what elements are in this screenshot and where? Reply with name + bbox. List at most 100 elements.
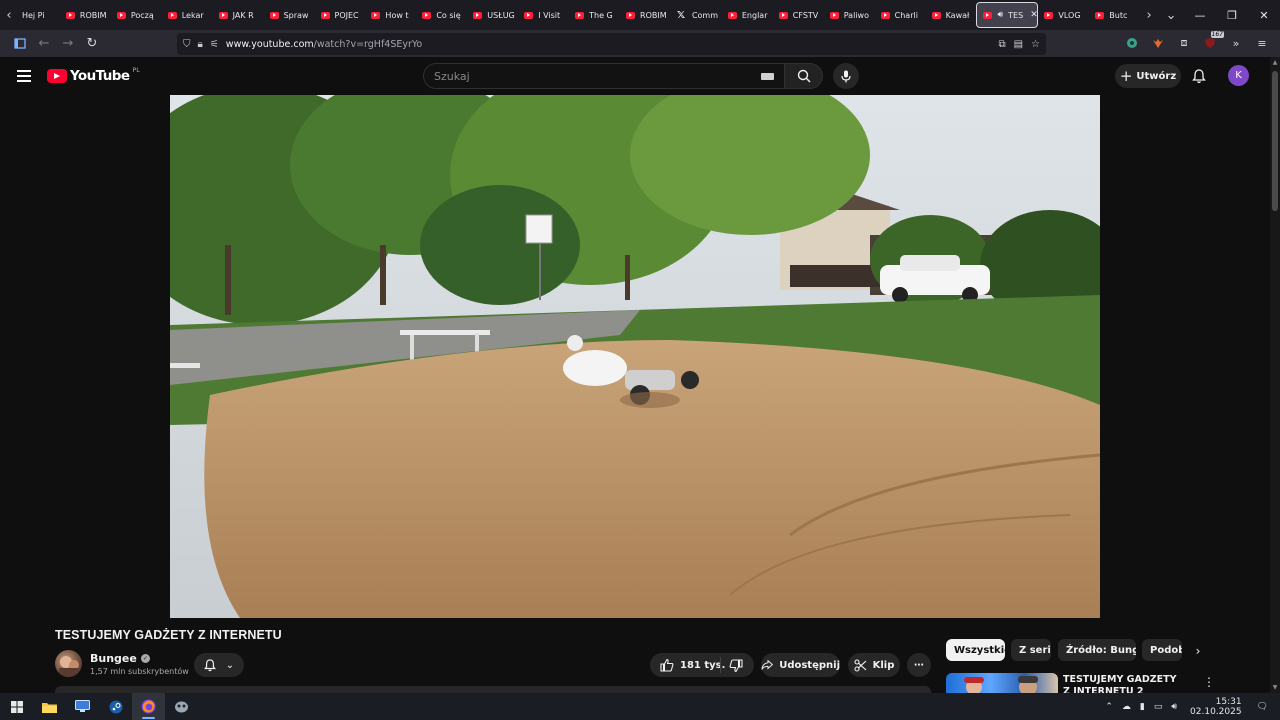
search-button[interactable] [785,63,823,89]
browser-tab[interactable]: USŁUG [467,2,518,28]
fox-extension-icon[interactable] [1150,34,1166,52]
firefox-button[interactable] [132,693,165,720]
browser-tab[interactable]: Począ [111,2,162,28]
search-input[interactable]: Szukaj [423,63,785,89]
address-bar[interactable]: ⛉ 🔒︎ ⚟ www.youtube.com/watch?v=rgHf4SEyr… [177,33,1046,55]
browser-tab[interactable]: Paliwo [824,2,875,28]
browser-tab[interactable]: Hej Pi [18,2,60,28]
permissions-icon[interactable]: ⚟ [210,39,219,50]
usb-device-icon[interactable]: ▮ [1140,702,1145,712]
share-label: Udostępnij [779,659,840,671]
channel-name[interactable]: Bungee ✓ [90,652,150,665]
browser-tab[interactable]: VLOG [1038,2,1089,28]
recommendation-menu-icon[interactable]: ⋮ [1203,675,1215,689]
restore-icon[interactable]: ❐ [1216,0,1248,30]
chip-related[interactable]: Podobne [1142,639,1182,661]
close-window-icon[interactable]: ✕ [1248,0,1280,30]
taskbar-clock[interactable]: 15:31 02.10.2025 [1190,697,1242,717]
chip-all[interactable]: Wszystkie [946,639,1005,661]
browser-tab[interactable]: I Visit [518,2,569,28]
channel-avatar[interactable] [55,650,82,677]
clip-button[interactable]: Klip [848,653,900,677]
browser-navbar: ← → ↻ ⛉ 🔒︎ ⚟ www.youtube.com/watch?v=rgH… [0,30,1280,57]
scrollbar-thumb[interactable] [1272,71,1278,211]
browser-tab[interactable]: ROBIM [60,2,111,28]
country-code: PL [132,66,140,74]
browser-tab[interactable]: Lekar [162,2,213,28]
browser-tab[interactable]: ROBIM [620,2,671,28]
browser-tab[interactable]: CFSTV [773,2,824,28]
onedrive-icon[interactable]: ☁ [1122,702,1131,712]
keyboard-icon[interactable] [761,73,774,80]
tab-label: JAK R [232,10,254,20]
browser-tab[interactable]: Co się [416,2,467,28]
chip-series[interactable]: Z serii [1011,639,1051,661]
browser-tab[interactable]: POJEC [315,2,366,28]
guide-menu-icon[interactable] [17,70,31,82]
description-box[interactable] [55,686,931,693]
voice-search-button[interactable] [833,63,859,89]
browser-tab[interactable]: JAK R [213,2,264,28]
picture-in-picture-icon[interactable]: ⧉ [998,39,1005,50]
notifications-center-icon[interactable]: 🗨︎ [1257,702,1268,712]
video-player[interactable] [170,95,1100,618]
browser-tab[interactable]: Englar [722,2,773,28]
browser-tab[interactable]: Kawał [926,2,977,28]
sidebar-toggle-icon[interactable] [8,32,32,56]
tab-label: POJEC [334,10,359,20]
browser-tab[interactable]: Butc [1089,2,1140,28]
list-all-tabs-icon[interactable]: ⌄ [1158,0,1184,30]
browser-tab[interactable]: How t [365,2,416,28]
network-icon[interactable]: ▭ [1154,702,1163,712]
browser-tab[interactable]: Charli [875,2,926,28]
browser-tab[interactable]: The G [569,2,620,28]
scroll-up-icon[interactable]: ▲ [1271,59,1279,66]
volume-icon[interactable]: 🔊︎ [1171,702,1177,712]
dislike-button[interactable] [729,658,743,673]
url-text[interactable]: www.youtube.com/watch?v=rgHf4SEyrYo [226,39,422,50]
verified-badge-icon: ✓ [140,654,150,663]
app-menu-icon[interactable]: ≡ [1254,34,1270,52]
remote-desktop-button[interactable] [66,693,99,720]
subscription-bell-button[interactable]: ⌄ [194,653,244,677]
lock-icon[interactable]: 🔒︎ [198,39,203,50]
back-icon[interactable]: ← [32,32,56,56]
overflow-menu-icon[interactable]: » [1228,34,1244,52]
bookmark-star-icon[interactable]: ☆ [1031,39,1040,50]
share-button[interactable]: Udostępnij [761,653,840,677]
ublock-icon[interactable]: 167 [1202,31,1224,52]
chip-source[interactable]: Źródło: Bungee [1058,639,1136,661]
recommendation-thumbnail[interactable] [946,673,1058,695]
chevron-right-icon[interactable]: › [1188,643,1208,659]
close-tab-icon[interactable]: ✕ [1030,10,1037,20]
steam-button[interactable] [99,693,132,720]
create-button[interactable]: + Utwórz [1115,64,1181,88]
tab-label: Englar [741,10,768,20]
scroll-down-icon[interactable]: ▼ [1271,684,1279,691]
shield-extension-icon[interactable] [1124,34,1140,52]
tab-scroll-left-icon[interactable]: ‹ [0,0,18,30]
show-hidden-icons-icon[interactable]: ⌃ [1105,702,1113,712]
extensions-puzzle-icon[interactable]: ⧈ [1176,34,1192,52]
browser-tab[interactable]: 🔊︎ TES ✕ [976,2,1039,28]
account-avatar[interactable]: K [1228,65,1249,86]
file-explorer-button[interactable] [33,693,66,720]
youtube-logo[interactable]: YouTube PL [47,66,140,84]
tab-audio-icon[interactable]: 🔊︎ [997,10,1003,20]
more-actions-button[interactable]: ⋯ [907,653,931,677]
tracking-shield-icon[interactable]: ⛉ [183,39,191,50]
start-button[interactable] [0,693,33,720]
browser-tab[interactable]: Spraw [264,2,315,28]
notifications-icon[interactable] [1190,67,1208,85]
minimize-icon[interactable]: — [1184,0,1216,30]
windows-logo-icon [10,700,23,713]
forward-icon[interactable]: → [56,32,80,56]
reload-icon[interactable]: ↻ [80,32,104,56]
reader-view-icon[interactable]: ▤ [1014,39,1023,50]
system-tray: ⌃ ☁ ▮ ▭ 🔊︎ 15:31 02.10.2025 🗨︎ [1105,693,1280,720]
tab-scroll-right-icon[interactable]: › [1140,0,1158,30]
recommendation-title[interactable]: TESTUJEMY GADŻETY Z INTERNETU 2 [1063,674,1183,693]
cyborg-app-button[interactable] [165,693,198,720]
page-scrollbar[interactable]: ▲ ▼ [1270,57,1280,693]
browser-tab[interactable]: 𝕏 Comm [671,2,722,28]
